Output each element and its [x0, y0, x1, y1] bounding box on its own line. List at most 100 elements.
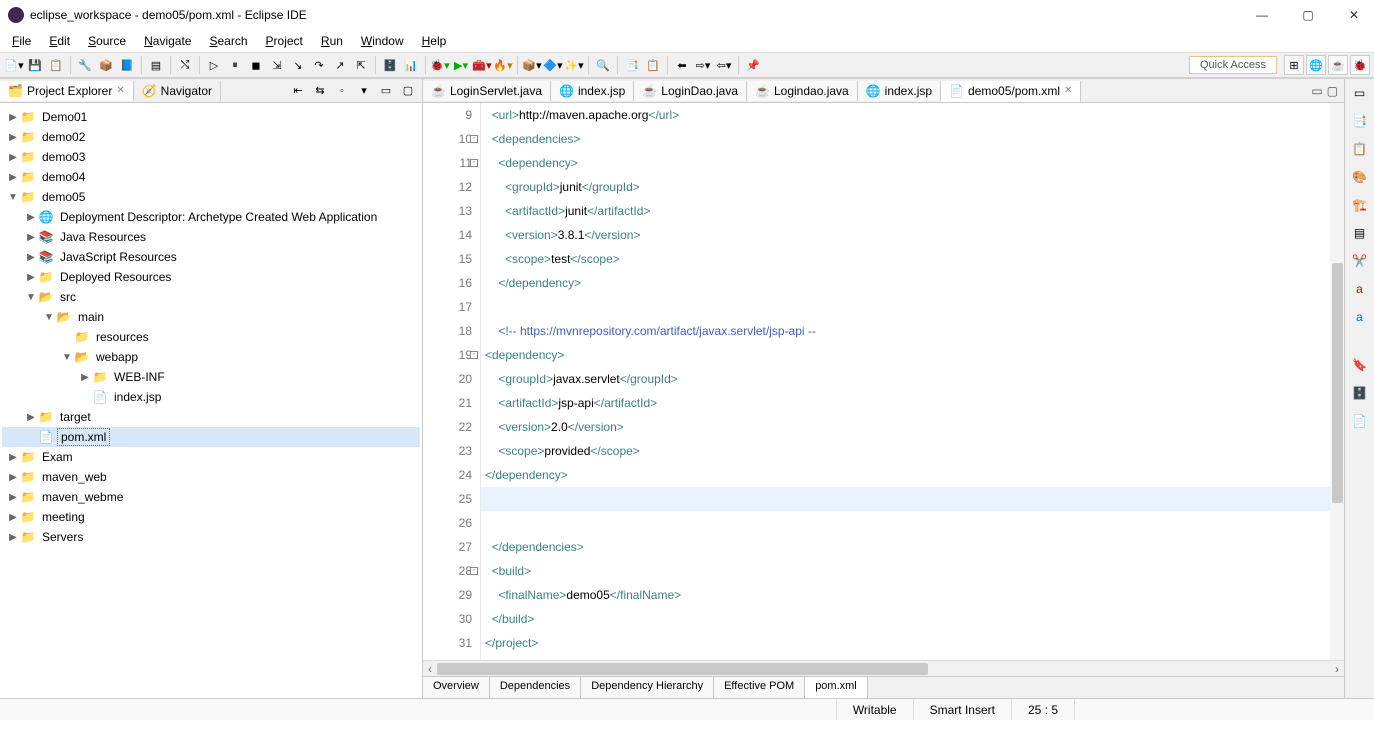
new-class-dropdown[interactable]: 🔷▾: [543, 55, 563, 75]
tab-navigator[interactable]: 🧭 Navigator: [134, 81, 221, 101]
toggle-d-icon[interactable]: ▤: [146, 55, 166, 75]
tree-node[interactable]: ▶📁Exam: [2, 447, 420, 467]
tree-node[interactable]: ▶📁Servers: [2, 527, 420, 547]
toggle-c-icon[interactable]: 📘: [117, 55, 137, 75]
pom-tab-overview[interactable]: Overview: [423, 677, 490, 698]
expand-arrow-icon[interactable]: ▼: [6, 192, 20, 203]
code-area[interactable]: <url>http://maven.apache.org</url> <depe…: [481, 103, 1344, 660]
expand-arrow-icon[interactable]: ▼: [60, 352, 74, 363]
perspective-jee-icon[interactable]: 🌐: [1306, 55, 1326, 75]
horizontal-scrollbar[interactable]: ‹ ›: [423, 660, 1344, 676]
properties-icon[interactable]: 📄: [1350, 411, 1370, 431]
expand-arrow-icon[interactable]: ▶: [6, 112, 20, 123]
code-line[interactable]: </dependency>: [481, 271, 1344, 295]
overview-ruler[interactable]: [1330, 103, 1344, 660]
pom-tab-dependencies[interactable]: Dependencies: [490, 677, 581, 698]
expand-arrow-icon[interactable]: ▶: [6, 132, 20, 143]
prev-annotation-dropdown[interactable]: ⇦▾: [714, 55, 734, 75]
code-line[interactable]: <artifactId>jsp-api</artifactId>: [481, 391, 1344, 415]
save-button[interactable]: 💾: [25, 55, 45, 75]
next-annotation-dropdown[interactable]: ⇨▾: [693, 55, 713, 75]
code-line[interactable]: [481, 487, 1344, 511]
new-dropdown[interactable]: 📄▾: [4, 55, 24, 75]
fold-icon[interactable]: -: [470, 135, 478, 143]
skip-breakpoints-icon[interactable]: ⤭: [175, 55, 195, 75]
tree-node[interactable]: ▼📁demo05: [2, 187, 420, 207]
save-all-button[interactable]: 📋: [46, 55, 66, 75]
code-line[interactable]: </project>: [481, 631, 1344, 655]
expand-arrow-icon[interactable]: ▶: [78, 372, 92, 383]
tree-node[interactable]: ▶📁target: [2, 407, 420, 427]
toggle-a-icon[interactable]: 🔧: [75, 55, 95, 75]
code-line[interactable]: <scope>provided</scope>: [481, 439, 1344, 463]
code-editor[interactable]: 910-11-1213141516171819-2021222324252627…: [423, 103, 1344, 660]
tree-node[interactable]: ▶📁meeting: [2, 507, 420, 527]
code-line[interactable]: <scope>test</scope>: [481, 247, 1344, 271]
marker-a-icon[interactable]: a: [1350, 279, 1370, 299]
focus-task-icon[interactable]: ◦: [332, 81, 352, 101]
tree-node[interactable]: ▼📂webapp: [2, 347, 420, 367]
menu-project[interactable]: Project: [258, 32, 311, 50]
menu-file[interactable]: File: [4, 32, 39, 50]
code-line[interactable]: <groupId>junit</groupId>: [481, 175, 1344, 199]
search-icon[interactable]: 🔍: [593, 55, 613, 75]
snippets-icon[interactable]: ✂️: [1350, 251, 1370, 271]
tree-node[interactable]: ▶📁Deployed Resources: [2, 267, 420, 287]
step-into-icon[interactable]: ↘: [288, 55, 308, 75]
code-line[interactable]: <version>3.8.1</version>: [481, 223, 1344, 247]
editor-tab[interactable]: ☕LoginDao.java: [634, 81, 747, 101]
server-start-icon[interactable]: 🗄️: [380, 55, 400, 75]
pom-tab-dependency-hierarchy[interactable]: Dependency Hierarchy: [581, 677, 714, 698]
expand-arrow-icon[interactable]: ▶: [6, 512, 20, 523]
new-package-dropdown[interactable]: 📦▾: [522, 55, 542, 75]
maximize-view-icon[interactable]: ▢: [398, 81, 418, 101]
pom-tab-pom.xml[interactable]: pom.xml: [805, 677, 868, 698]
restore-icon[interactable]: ▭: [1350, 83, 1370, 103]
tree-node[interactable]: 📄pom.xml: [2, 427, 420, 447]
resume-icon[interactable]: ▷: [204, 55, 224, 75]
toggle-b-icon[interactable]: 📦: [96, 55, 116, 75]
menu-source[interactable]: Source: [80, 32, 134, 50]
editor-tab[interactable]: 🌐index.jsp: [551, 81, 634, 101]
tree-node[interactable]: ▶📁maven_webme: [2, 487, 420, 507]
bookmark-icon[interactable]: 🔖: [1350, 355, 1370, 375]
minimize-button[interactable]: —: [1250, 8, 1274, 22]
code-line[interactable]: <url>http://maven.apache.org</url>: [481, 103, 1344, 127]
fold-icon[interactable]: -: [470, 351, 478, 359]
step-over-icon[interactable]: ↷: [309, 55, 329, 75]
close-button[interactable]: ✕: [1342, 8, 1366, 22]
servers-view-icon[interactable]: 🗄️: [1350, 383, 1370, 403]
code-line[interactable]: <build>: [481, 559, 1344, 583]
expand-arrow-icon[interactable]: ▶: [6, 452, 20, 463]
close-icon[interactable]: ✕: [1064, 85, 1072, 96]
tree-node[interactable]: ▶📚Java Resources: [2, 227, 420, 247]
expand-arrow-icon[interactable]: ▶: [6, 152, 20, 163]
pause-icon[interactable]: ⏸: [225, 55, 245, 75]
editor-tab[interactable]: ☕LoginServlet.java: [423, 81, 551, 101]
expand-arrow-icon[interactable]: ▶: [24, 232, 38, 243]
pom-tab-effective-pom[interactable]: Effective POM: [714, 677, 805, 698]
editor-tab[interactable]: 🌐index.jsp: [858, 81, 941, 101]
open-task-icon[interactable]: 📋: [643, 55, 663, 75]
expand-arrow-icon[interactable]: ▶: [24, 272, 38, 283]
server-profile-icon[interactable]: 📊: [401, 55, 421, 75]
hscroll-thumb[interactable]: [437, 663, 928, 675]
minimize-view-icon[interactable]: ▭: [376, 81, 396, 101]
expand-arrow-icon[interactable]: ▶: [24, 252, 38, 263]
view-menu-icon[interactable]: ▾: [354, 81, 374, 101]
marker-b-icon[interactable]: a: [1350, 307, 1370, 327]
coverage-dropdown[interactable]: 🔥▾: [493, 55, 513, 75]
expand-arrow-icon[interactable]: ▶: [24, 412, 38, 423]
tree-node[interactable]: 📄index.jsp: [2, 387, 420, 407]
stop-icon[interactable]: ◼: [246, 55, 266, 75]
pin-icon[interactable]: 📌: [743, 55, 763, 75]
editor-tab[interactable]: 📄demo05/pom.xml✕: [941, 81, 1081, 102]
link-editor-icon[interactable]: ⇆: [310, 81, 330, 101]
code-line[interactable]: <!-- https://mvnrepository.com/artifact/…: [481, 319, 1344, 343]
expand-arrow-icon[interactable]: ▶: [6, 492, 20, 503]
debug-dropdown[interactable]: 🐞▾: [430, 55, 450, 75]
build-icon[interactable]: 🏗️: [1350, 195, 1370, 215]
drop-frame-icon[interactable]: ⇱: [351, 55, 371, 75]
run-ext-dropdown[interactable]: 🧰▾: [472, 55, 492, 75]
project-tree[interactable]: ▶📁Demo01▶📁demo02▶📁demo03▶📁demo04▼📁demo05…: [0, 103, 422, 698]
